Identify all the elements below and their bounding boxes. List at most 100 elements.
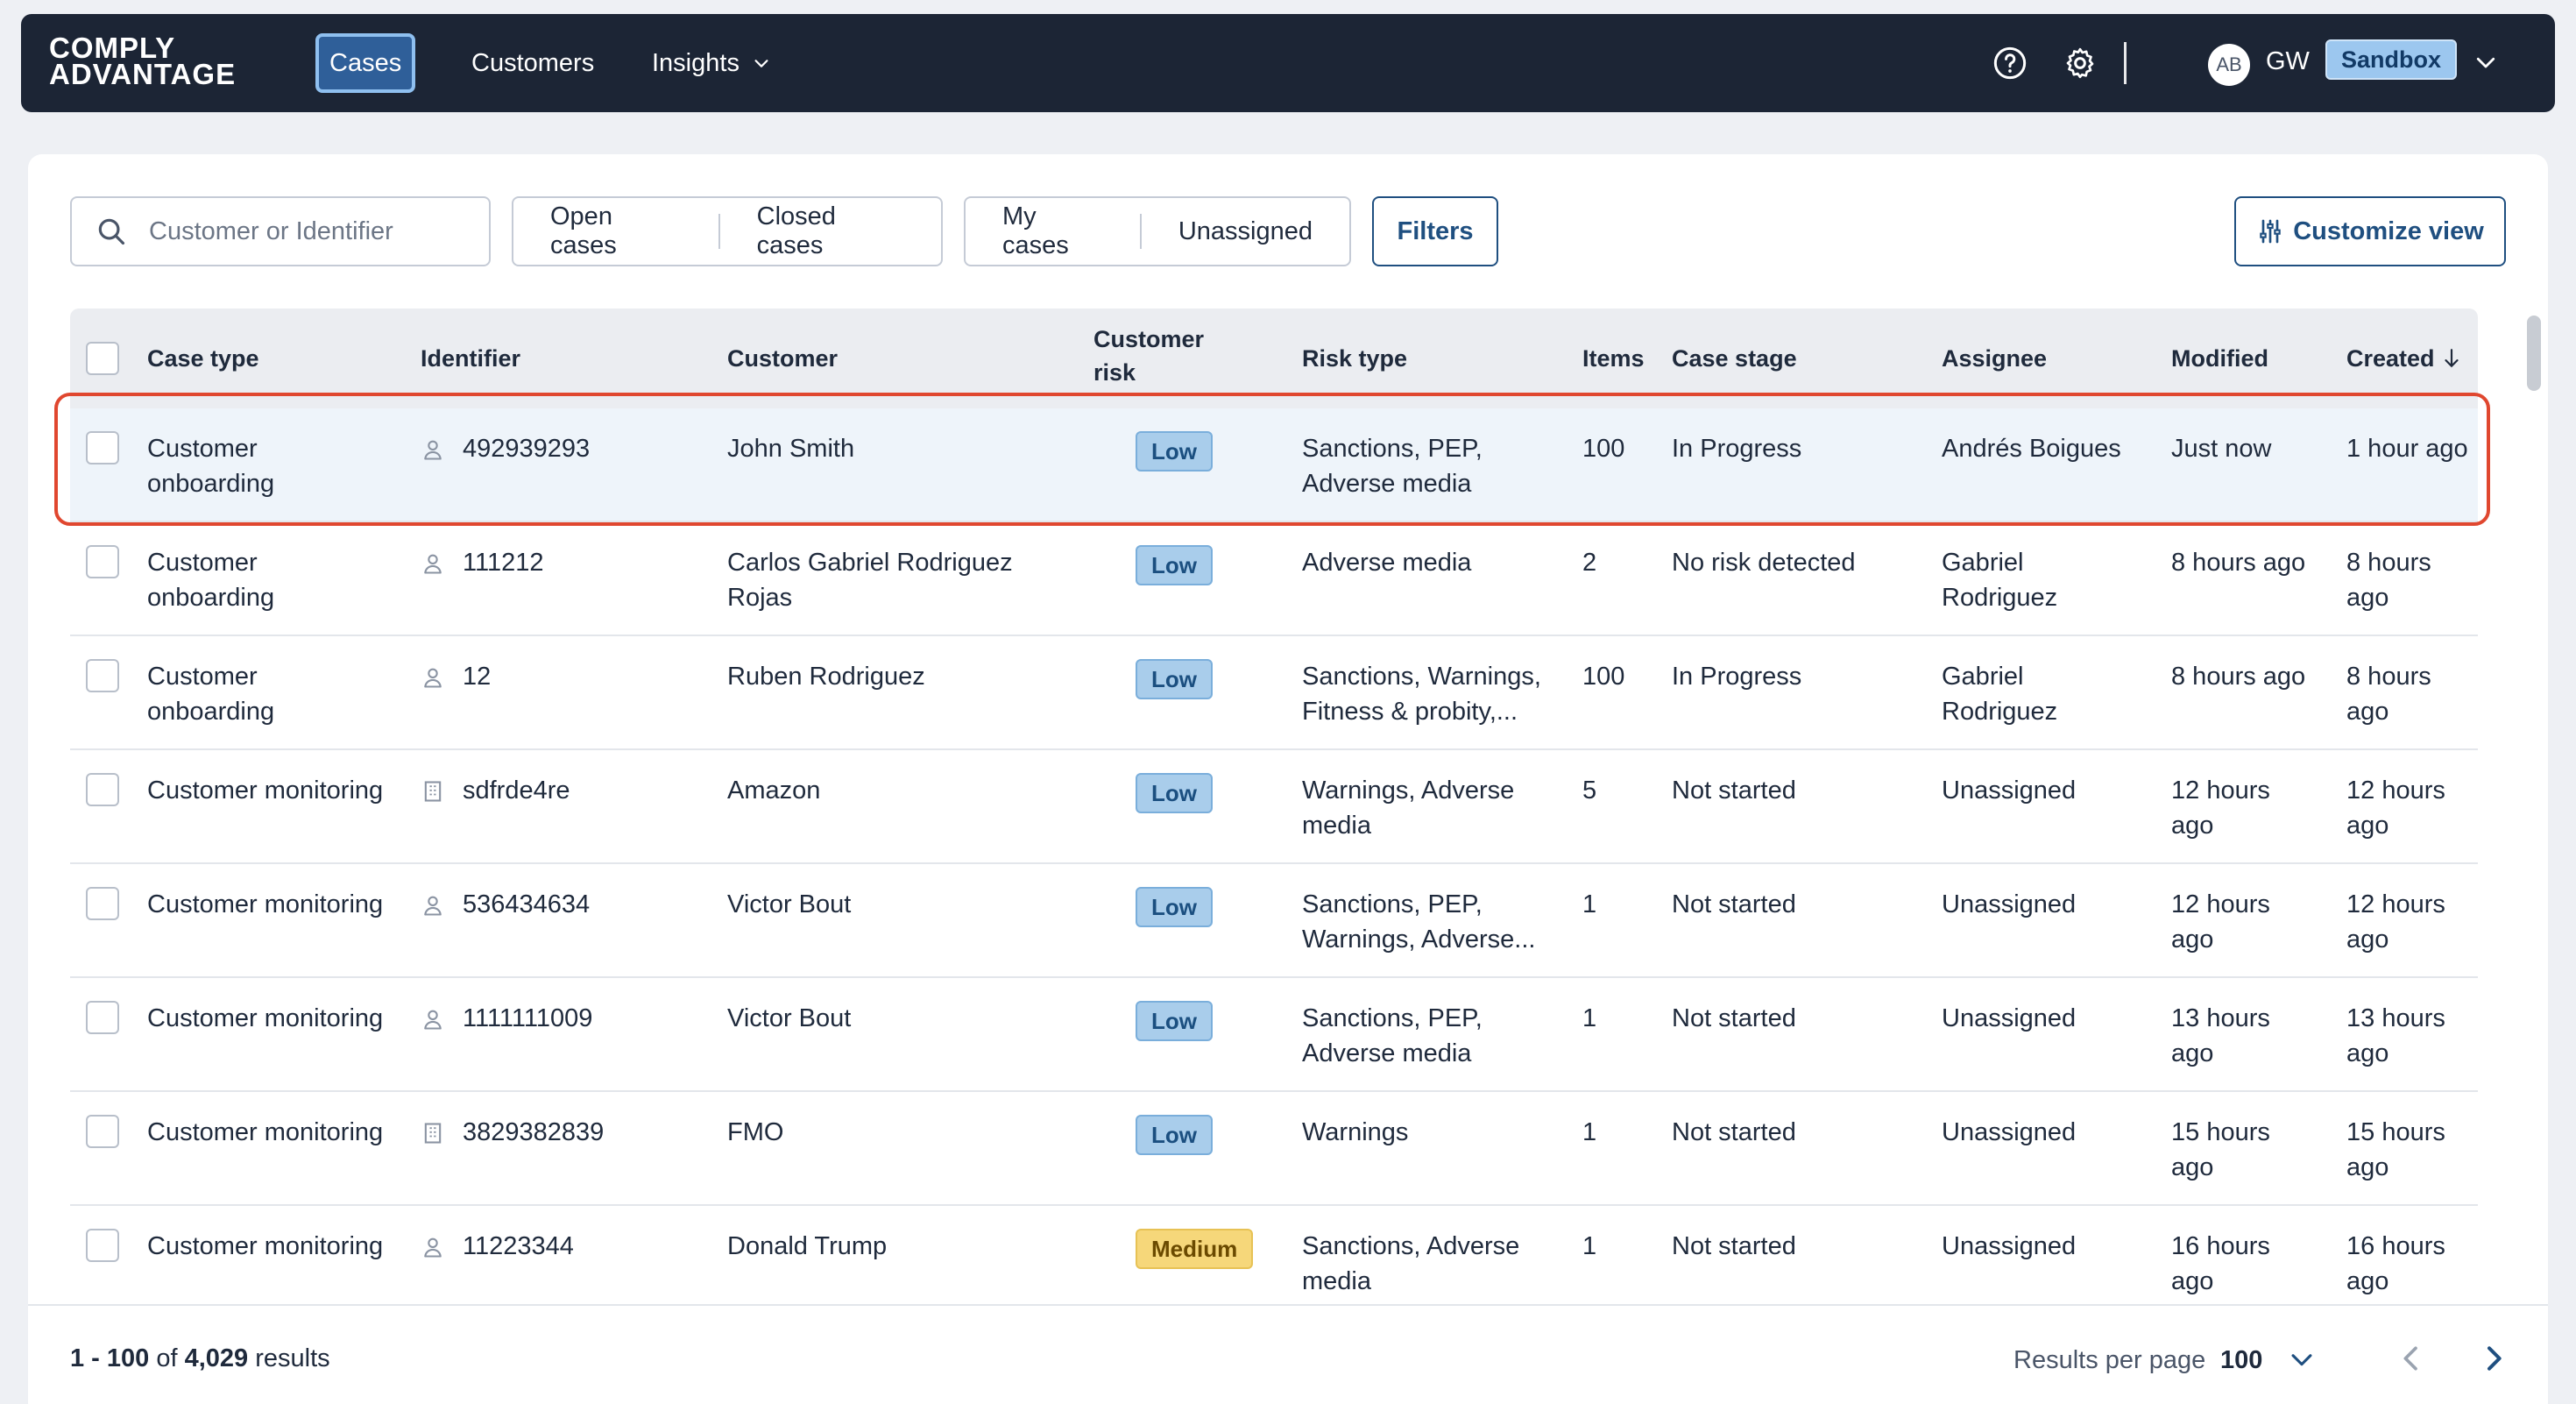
risk-type-cell: Sanctions, PEP, Warnings, Adverse...: [1302, 887, 1535, 957]
table-row[interactable]: Customer monitoring 3829382839 FMO Low Warni…: [70, 1092, 2478, 1206]
top-navigation-bar: COMPLY ADVANTAGE Cases Customers Insight…: [21, 14, 2555, 112]
nav-tab-label: Cases: [329, 48, 402, 77]
items-cell: 1: [1582, 1118, 1597, 1146]
column-header-customer-risk[interactable]: Customer risk: [1093, 323, 1204, 389]
identifier-cell: 492939293: [463, 435, 591, 463]
assignee-cell: Unassigned: [1942, 1229, 2076, 1264]
column-header-modified[interactable]: Modified: [2171, 342, 2268, 375]
customize-view-button[interactable]: Customize view: [2234, 196, 2506, 266]
avatar[interactable]: AB: [2208, 44, 2250, 86]
row-checkbox[interactable]: [86, 431, 119, 464]
unassigned-toggle[interactable]: Unassigned: [1142, 198, 1349, 265]
created-cell: 1 hour ago: [2346, 431, 2468, 466]
customer-cell[interactable]: Victor Bout: [727, 1001, 851, 1036]
table-row[interactable]: Customer monitoring 11223344 Donald Trump M…: [70, 1206, 2478, 1320]
table-row[interactable]: Customer monitoring 1111111009 Victor Bout…: [70, 978, 2478, 1092]
chevron-down-icon[interactable]: [2287, 1344, 2317, 1374]
person-icon: [424, 1010, 442, 1030]
text-line: Sanctions, PEP,: [1302, 1004, 1483, 1032]
column-header-items[interactable]: Items: [1582, 342, 1645, 375]
results-per-page-select[interactable]: 100: [2220, 1346, 2262, 1375]
select-all-checkbox[interactable]: [86, 342, 119, 375]
table-row[interactable]: Customer monitoring 536434634 Victor Bout L…: [70, 864, 2478, 978]
text-line: Donald Trump: [727, 1232, 888, 1260]
nav-divider: [2124, 42, 2127, 84]
chevron-left-icon[interactable]: [2394, 1341, 2429, 1376]
text-line: Adverse media: [1302, 1039, 1472, 1067]
risk-badge: Low: [1136, 1001, 1213, 1041]
filters-button[interactable]: Filters: [1372, 196, 1498, 266]
customer-cell[interactable]: Amazon: [727, 773, 820, 808]
customer-cell[interactable]: John Smith: [727, 431, 854, 466]
customer-cell[interactable]: Victor Bout: [727, 887, 851, 922]
row-checkbox[interactable]: [86, 659, 119, 692]
text-line: Sanctions, PEP,: [1302, 890, 1483, 918]
table-row[interactable]: Customer onboarding 111212 Carlos Gabriel R…: [70, 522, 2478, 636]
assignee-cell: Unassigned: [1942, 773, 2076, 808]
row-checkbox[interactable]: [86, 773, 119, 806]
risk-badge: Low: [1136, 545, 1213, 585]
chevron-down-icon[interactable]: [2473, 49, 2499, 75]
customer-cell[interactable]: Donald Trump: [727, 1229, 887, 1264]
row-checkbox[interactable]: [86, 1229, 119, 1262]
text-line: Gabriel: [1942, 549, 2024, 577]
company-logo[interactable]: COMPLY ADVANTAGE: [49, 33, 236, 89]
chevron-right-icon[interactable]: [2476, 1341, 2511, 1376]
assignee-cell: Gabriel Rodriguez: [1942, 545, 2057, 615]
column-header-case-stage[interactable]: Case stage: [1672, 342, 1797, 375]
scrollbar[interactable]: [2527, 316, 2541, 391]
person-icon: [424, 1237, 442, 1258]
assignee-cell: Unassigned: [1942, 887, 2076, 922]
user-initials[interactable]: GW: [2266, 47, 2310, 76]
case-stage-cell: In Progress: [1672, 431, 1801, 466]
table-row[interactable]: Customer monitoring sdfrde4re Amazon Low War…: [70, 750, 2478, 864]
column-header-identifier[interactable]: Identifier: [421, 342, 520, 375]
identifier-cell: 536434634: [463, 890, 591, 918]
risk-type-cell: Sanctions, Warnings, Fitness & probity,..…: [1302, 659, 1541, 729]
row-checkbox[interactable]: [86, 1001, 119, 1034]
text-line: ago: [2171, 1267, 2214, 1295]
identifier-cell: sdfrde4re: [463, 776, 570, 805]
case-stage-cell: No risk detected: [1672, 545, 1856, 580]
text-line: 12 hours: [2171, 890, 2270, 918]
customer-cell[interactable]: Carlos Gabriel Rodriguez Rojas: [727, 545, 1013, 615]
created-cell: 12 hours ago: [2346, 773, 2445, 843]
table-row[interactable]: Customer onboarding 12 Ruben Rodriguez Low Sa…: [70, 636, 2478, 750]
column-header-created[interactable]: Created: [2346, 342, 2463, 375]
open-cases-toggle[interactable]: Open cases: [513, 198, 718, 265]
gear-icon[interactable]: [2063, 46, 2098, 81]
my-cases-toggle[interactable]: My cases: [966, 198, 1140, 265]
table-header: Case type Identifier Customer Customer r…: [70, 308, 2478, 408]
nav-tab-insights[interactable]: Insights: [640, 33, 783, 93]
assignee-cell: Unassigned: [1942, 1001, 2076, 1036]
column-header-risk-type[interactable]: Risk type: [1302, 342, 1407, 375]
identifier-cell: 12: [463, 663, 492, 691]
chevron-down-icon: [754, 60, 768, 67]
column-header-assignee[interactable]: Assignee: [1942, 342, 2047, 375]
column-header-customer[interactable]: Customer: [727, 342, 838, 375]
help-circle-icon[interactable]: [1992, 46, 2028, 81]
nav-tab-cases[interactable]: Cases: [315, 33, 416, 93]
customer-cell[interactable]: Ruben Rodriguez: [727, 659, 925, 694]
customize-view-label: Customize view: [2293, 216, 2484, 245]
risk-type-cell: Warnings: [1302, 1115, 1408, 1150]
table-row[interactable]: Customer onboarding 492939293 John Smith Low…: [70, 408, 2478, 522]
text-line: In Progress: [1672, 663, 1802, 691]
row-checkbox[interactable]: [86, 545, 119, 578]
search-placeholder: Customer or Identifier: [149, 216, 393, 245]
column-header-line: Customer: [1093, 326, 1205, 352]
text-line: No risk detected: [1672, 549, 1856, 577]
row-checkbox[interactable]: [86, 1115, 119, 1148]
items-cell: 2: [1582, 549, 1597, 577]
text-line: 8 hours ago: [2171, 549, 2306, 577]
customer-cell[interactable]: FMO: [727, 1115, 783, 1150]
column-header-case-type[interactable]: Case type: [147, 342, 259, 375]
text-line: 12 hours: [2346, 776, 2445, 805]
closed-cases-toggle[interactable]: Closed cases: [720, 198, 941, 265]
case-stage-cell: Not started: [1672, 1115, 1796, 1150]
person-icon: [424, 896, 442, 916]
nav-tab-customers[interactable]: Customers: [459, 33, 606, 93]
results-word: results: [255, 1344, 330, 1372]
row-checkbox[interactable]: [86, 887, 119, 920]
search-input[interactable]: Customer or Identifier: [70, 196, 491, 266]
